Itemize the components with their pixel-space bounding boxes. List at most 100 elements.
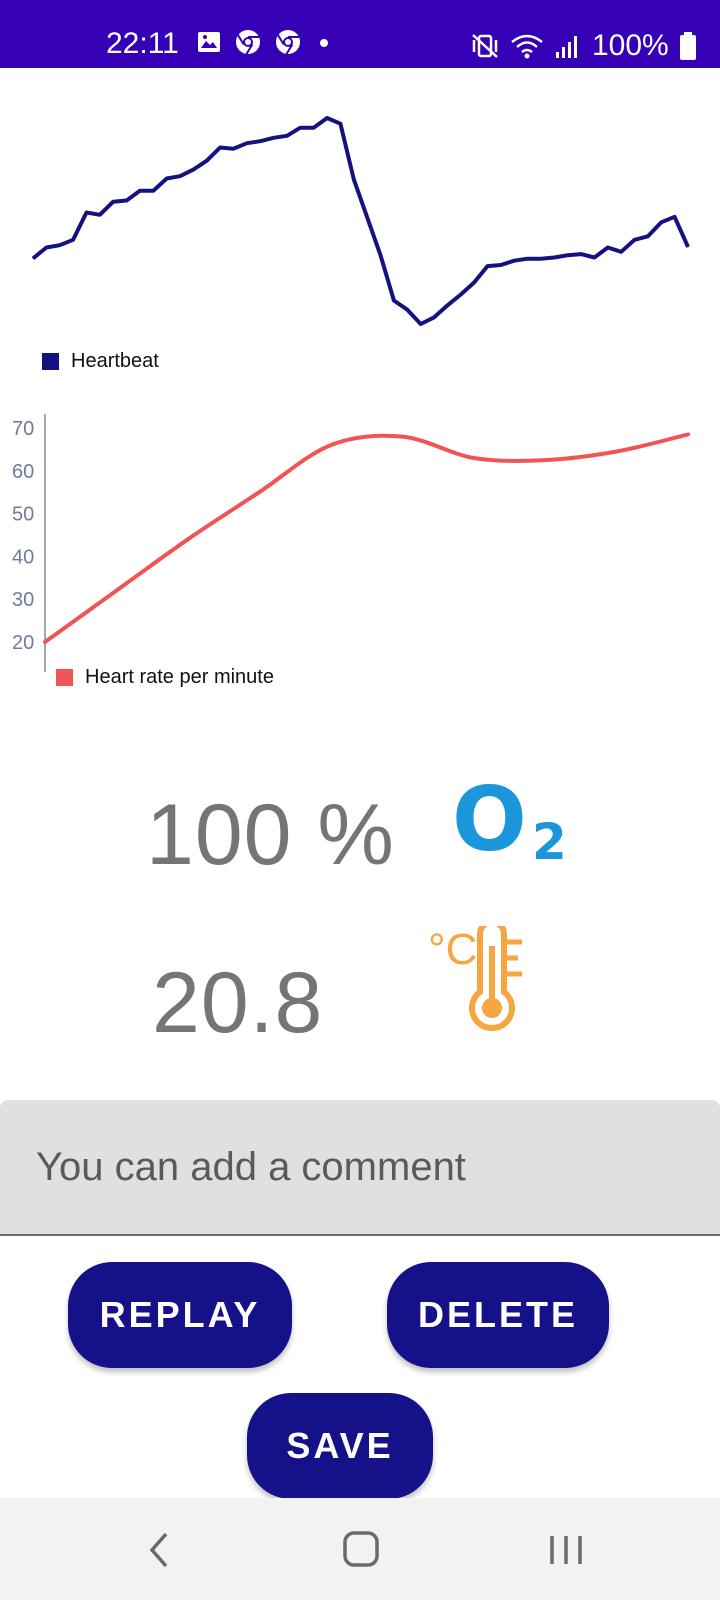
image-icon	[198, 32, 220, 52]
battery-percentage: 100%	[592, 29, 669, 62]
heartbeat-point	[460, 294, 462, 295]
wifi-icon	[511, 34, 543, 59]
heart-rate-point	[616, 451, 618, 452]
heartbeat-point	[246, 142, 248, 144]
heart-rate-series-line	[43, 432, 690, 644]
heartbeat-point	[527, 258, 529, 260]
heartbeat-legend-swatch	[42, 353, 59, 370]
dot-icon	[320, 39, 328, 47]
heartbeat-point	[687, 246, 689, 248]
heartbeat-point	[433, 316, 435, 318]
heartbeat-point	[299, 127, 301, 129]
chrome-icon	[276, 30, 300, 55]
signal-icon	[556, 36, 577, 58]
heartbeat-point	[500, 264, 502, 266]
replay-button[interactable]: REPLAY	[68, 1262, 292, 1368]
heart-rate-chart: 70 60 50 40 30 20 Heart rate per minute	[0, 414, 720, 714]
heart-rate-point	[115, 590, 117, 592]
temperature-value: 20.8	[152, 955, 324, 1051]
y-tick-label: 30	[12, 589, 34, 611]
heart-rate-plot	[43, 432, 690, 644]
comment-field[interactable]	[0, 1100, 720, 1236]
heartbeat-point	[72, 239, 74, 241]
heartbeat-point	[366, 216, 368, 218]
heart-rate-point	[330, 444, 332, 446]
heartbeat-point	[32, 257, 34, 259]
chrome-icon	[236, 30, 260, 55]
heart-rate-chart-svg: 70 60 50 40 30 20	[12, 414, 690, 672]
heart-rate-point	[687, 433, 689, 435]
heartbeat-point	[353, 178, 355, 180]
heart-rate-legend-swatch	[56, 669, 73, 686]
notification-icons	[196, 28, 334, 56]
heartbeat-point	[593, 257, 595, 258]
heartbeat-point	[86, 212, 87, 213]
heartbeat-point	[406, 309, 408, 311]
heartbeat-point	[179, 175, 181, 177]
heartbeat-point	[99, 214, 101, 216]
heartbeat-point	[380, 255, 382, 256]
save-button[interactable]: SAVE	[247, 1393, 433, 1499]
heartbeat-point	[393, 300, 395, 301]
heartbeat-chart: Heartbeat	[0, 100, 720, 390]
heartbeat-point	[607, 247, 609, 248]
heartbeat-point	[139, 190, 141, 192]
heartbeat-point	[273, 137, 275, 139]
heartbeat-point	[339, 123, 341, 125]
heartbeat-point	[326, 117, 328, 119]
thermometer-shape	[469, 926, 522, 1031]
thermometer-celsius-icon: °C	[428, 926, 538, 1036]
heart-rate-point	[473, 457, 475, 459]
system-icons: 100%	[470, 28, 697, 64]
heartbeat-legend: Heartbeat	[42, 350, 159, 373]
o2-letter: O	[452, 768, 527, 871]
heartbeat-point	[420, 323, 422, 325]
status-time: 22:11	[106, 27, 179, 60]
heartbeat-point	[553, 257, 555, 258]
y-tick-label: 50	[12, 504, 34, 526]
home-icon[interactable]	[340, 1528, 384, 1572]
heartbeat-point	[674, 216, 676, 218]
heartbeat-point	[473, 282, 475, 283]
back-icon[interactable]	[140, 1528, 180, 1572]
heart-rate-legend-label: Heart rate per minute	[85, 666, 274, 688]
heart-rate-point	[44, 641, 46, 643]
heartbeat-point	[580, 253, 582, 255]
heart-rate-point	[401, 436, 403, 438]
heartbeat-point	[259, 140, 261, 142]
vibrate-mute-icon	[472, 34, 498, 58]
y-tick-label: 20	[12, 632, 34, 654]
heart-rate-point	[544, 459, 546, 461]
heartbeat-point	[112, 201, 114, 203]
oxygen-value: 100 %	[146, 787, 395, 883]
heartbeat-point	[513, 260, 515, 262]
heartbeat-plot	[31, 116, 690, 326]
heartbeat-point	[192, 169, 194, 171]
heartbeat-point	[487, 265, 488, 267]
heart-rate-legend: Heart rate per minute	[56, 666, 274, 689]
heartbeat-point	[620, 251, 622, 253]
heartbeat-point	[45, 247, 47, 248]
heartbeat-point	[313, 127, 315, 129]
heartbeat-point	[219, 147, 221, 148]
y-tick-label: 40	[12, 546, 34, 568]
comment-input[interactable]	[34, 1136, 678, 1198]
o2-subscript: 2	[532, 813, 567, 871]
recents-icon[interactable]	[544, 1528, 588, 1572]
heartbeat-point	[660, 221, 662, 223]
heartbeat-point	[233, 148, 234, 150]
heartbeat-chart-svg	[31, 116, 690, 326]
heartbeat-point	[206, 160, 208, 162]
heart-rate-point	[187, 538, 189, 540]
battery-icon	[679, 32, 696, 60]
status-bar: 22:11 100%	[0, 0, 720, 68]
y-tick-label: 60	[12, 461, 34, 483]
heart-rate-point	[258, 491, 260, 493]
delete-button[interactable]: DELETE	[387, 1262, 609, 1368]
heartbeat-point	[446, 304, 448, 306]
heartbeat-point	[126, 200, 128, 201]
y-tick-label: 70	[12, 418, 34, 440]
o2-icon: O 2	[452, 770, 572, 880]
heartbeat-point	[152, 190, 154, 192]
navigation-bar	[0, 1498, 720, 1600]
